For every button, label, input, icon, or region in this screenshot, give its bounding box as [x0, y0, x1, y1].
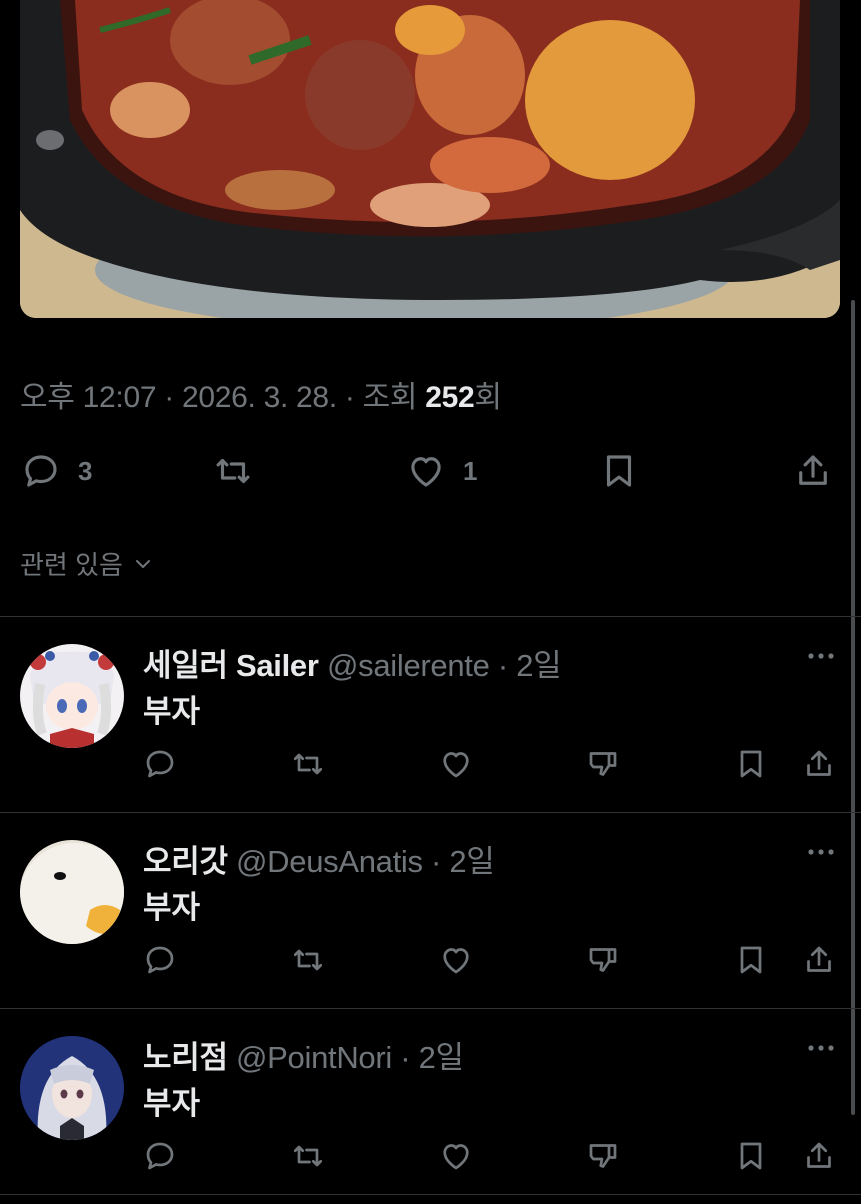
share-button[interactable]: [801, 1138, 837, 1174]
repost-icon: [293, 1145, 323, 1167]
bookmark-icon: [740, 750, 762, 778]
share-icon: [807, 946, 831, 972]
share-icon: [807, 750, 831, 776]
reply-item[interactable]: 노리점 @PointNori · 2일 부자: [0, 1008, 861, 1204]
post-date: 2026. 3. 28.: [181, 381, 337, 414]
share-button[interactable]: [792, 446, 834, 496]
avatar[interactable]: [20, 1036, 124, 1140]
related-label: 관련 있음: [20, 550, 123, 580]
repost-button[interactable]: [212, 446, 254, 496]
like-button[interactable]: 1: [405, 446, 477, 496]
thumbs-down-icon: [589, 1144, 617, 1168]
reply-button[interactable]: 3: [20, 446, 92, 496]
bookmark-icon: [606, 455, 632, 487]
anime-girl-avatar: [20, 644, 124, 748]
post-meta: 오후 12:07 · 2026. 3. 28. · 조회 252회: [20, 381, 502, 414]
dislike-button[interactable]: [585, 942, 621, 978]
reply-text: 부자: [143, 1086, 201, 1121]
reply-icon: [25, 455, 57, 487]
bookmark-button[interactable]: [733, 746, 769, 782]
share-icon: [799, 455, 827, 485]
post-action-bar: 3 1: [0, 446, 861, 496]
like-button[interactable]: [438, 942, 474, 978]
bookmark-icon: [740, 946, 762, 974]
duck-avatar: [20, 840, 124, 944]
post-time: 오후 12:07: [20, 381, 157, 414]
post-image[interactable]: [20, 0, 840, 318]
reply-icon: [146, 1142, 174, 1170]
display-name[interactable]: 오리갓: [143, 844, 228, 879]
reply-button[interactable]: [142, 1138, 178, 1174]
display-name[interactable]: 노리점: [143, 1040, 228, 1075]
share-icon: [807, 1142, 831, 1168]
heart-icon: [443, 1144, 469, 1170]
repost-button[interactable]: [290, 942, 326, 978]
reply-count: 3: [78, 455, 93, 486]
like-button[interactable]: [438, 746, 474, 782]
reply-header: 세일러 Sailer @sailerente · 2일: [143, 640, 562, 685]
silver-hair-avatar: [20, 1036, 124, 1140]
related-sort-toggle[interactable]: 관련 있음: [20, 545, 155, 582]
more-icon[interactable]: [805, 842, 837, 862]
thumbs-down-icon: [589, 752, 617, 776]
heart-icon: [443, 752, 469, 778]
repost-button[interactable]: [290, 746, 326, 782]
thumbs-down-icon: [589, 948, 617, 972]
repost-icon: [293, 949, 323, 971]
bookmark-icon: [740, 1142, 762, 1170]
heart-icon: [443, 948, 469, 974]
reply-time: · 2일: [391, 1040, 464, 1075]
reply-time: · 2일: [422, 844, 495, 879]
reply-button[interactable]: [142, 942, 178, 978]
reply-text: 부자: [143, 890, 201, 925]
handle[interactable]: @PointNori: [236, 1040, 392, 1075]
repost-icon: [216, 458, 250, 484]
reply-header: 오리갓 @DeusAnatis · 2일: [143, 836, 495, 881]
bookmark-button[interactable]: [598, 446, 640, 496]
heart-icon: [411, 457, 441, 487]
more-icon[interactable]: [805, 646, 837, 666]
like-button[interactable]: [438, 1138, 474, 1174]
stew-photo: [20, 0, 840, 318]
view-count: 252: [425, 381, 475, 414]
display-name[interactable]: 세일러 Sailer: [143, 648, 319, 683]
share-button[interactable]: [801, 942, 837, 978]
more-icon[interactable]: [805, 1038, 837, 1058]
handle[interactable]: @DeusAnatis: [236, 844, 423, 879]
repost-button[interactable]: [290, 1138, 326, 1174]
reply-button[interactable]: [142, 746, 178, 782]
reply-text: 부자: [143, 694, 201, 729]
avatar[interactable]: [20, 840, 124, 944]
like-count: 1: [463, 455, 478, 486]
bookmark-button[interactable]: [733, 1138, 769, 1174]
share-button[interactable]: [801, 746, 837, 782]
bookmark-button[interactable]: [733, 942, 769, 978]
avatar[interactable]: [20, 644, 124, 748]
dislike-button[interactable]: [585, 746, 621, 782]
reply-header: 노리점 @PointNori · 2일: [143, 1032, 464, 1077]
repost-icon: [293, 753, 323, 775]
reply-item[interactable]: 세일러 Sailer @sailerente · 2일 부자: [0, 616, 861, 812]
handle[interactable]: @sailerente: [327, 648, 490, 683]
chevron-down-icon: [135, 559, 150, 568]
reply-item[interactable]: 오리갓 @DeusAnatis · 2일 부자: [0, 812, 861, 1008]
reply-icon: [146, 750, 174, 778]
dislike-button[interactable]: [585, 1138, 621, 1174]
reply-time: · 2일: [489, 648, 562, 683]
divider: [0, 1194, 861, 1195]
reply-icon: [146, 946, 174, 974]
